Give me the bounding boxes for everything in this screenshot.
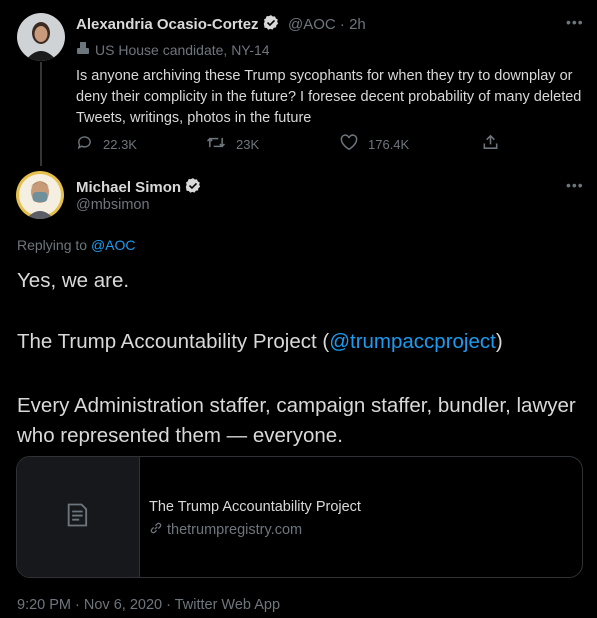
like-count: 176.4K xyxy=(368,136,410,152)
reply-button[interactable]: 22.3K xyxy=(76,134,137,154)
line2-prefix: The Trump Accountability Project ( xyxy=(17,330,330,353)
share-icon xyxy=(482,133,499,154)
article-icon xyxy=(64,501,92,534)
trumpaccproject-mention[interactable]: @trumpaccproject xyxy=(329,330,496,353)
verified-icon xyxy=(184,177,202,200)
ballot-box-icon xyxy=(76,41,90,58)
card-thumbnail xyxy=(17,457,140,577)
aoc-avatar[interactable] xyxy=(17,13,65,61)
link-icon xyxy=(149,521,163,539)
tweet-timestamp[interactable]: 9:20 PM · Nov 6, 2020 · Twitter Web App xyxy=(17,597,280,613)
simon-author-name[interactable]: Michael Simon xyxy=(76,179,181,196)
simon-avatar[interactable] xyxy=(16,171,64,219)
share-button[interactable] xyxy=(482,133,499,154)
aoc-author-name[interactable]: Alexandria Ocasio-Cortez xyxy=(76,16,259,33)
reply-line-1: Yes, we are. xyxy=(17,269,130,292)
verified-icon xyxy=(262,14,280,37)
aoc-handle-time: @AOC · 2h xyxy=(288,16,366,33)
replying-to-mention[interactable]: @AOC xyxy=(91,237,136,253)
replying-prefix: Replying to xyxy=(17,237,91,253)
card-title: The Trump Accountability Project xyxy=(149,499,361,515)
like-icon xyxy=(340,134,358,154)
card-domain: thetrumpregistry.com xyxy=(167,522,303,538)
aoc-tweet-text: Is anyone archiving these Trump sycophan… xyxy=(76,68,582,126)
reply-line-2: The Trump Accountability Project (@trump… xyxy=(17,330,503,354)
reply-icon xyxy=(76,134,93,154)
like-button[interactable]: 176.4K xyxy=(340,134,409,154)
more-icon[interactable]: ••• xyxy=(566,177,584,193)
aoc-label: US House candidate, NY-14 xyxy=(95,41,270,58)
retweet-button[interactable]: 23K xyxy=(206,134,259,154)
simon-handle[interactable]: @mbsimon xyxy=(76,197,150,213)
more-icon[interactable]: ••• xyxy=(566,14,584,30)
reply-line-3: Every Administration staffer, campaign s… xyxy=(17,394,576,447)
thread-line xyxy=(40,62,42,166)
line2-suffix: ) xyxy=(495,330,503,353)
reply-count: 22.3K xyxy=(103,136,137,152)
retweet-count: 23K xyxy=(236,136,260,152)
link-card[interactable]: The Trump Accountability Project thetrum… xyxy=(16,456,583,578)
replying-to: Replying to @AOC xyxy=(17,237,136,253)
retweet-icon xyxy=(206,134,226,154)
